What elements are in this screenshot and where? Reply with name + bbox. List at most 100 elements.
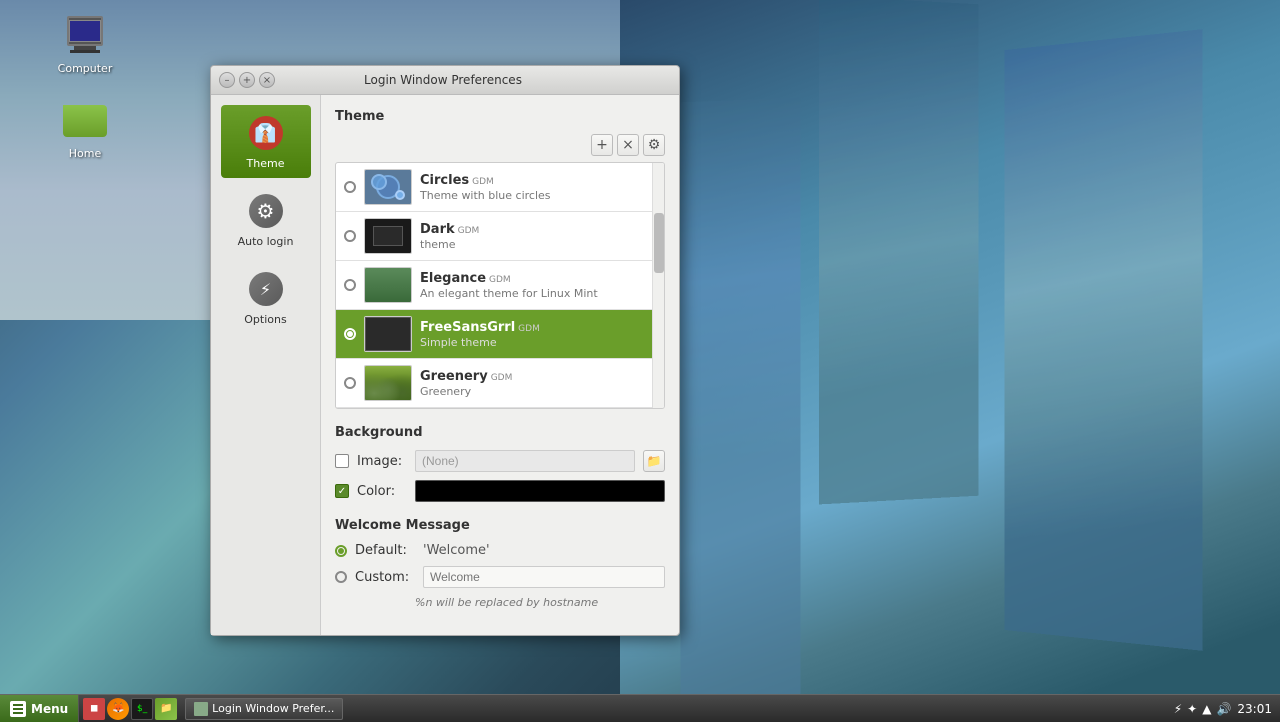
dark-thumb-img — [365, 219, 411, 253]
building-glass-3 — [681, 98, 801, 703]
welcome-default-radio[interactable] — [335, 545, 347, 557]
taskbar-terminal[interactable]: $_ — [131, 698, 153, 720]
bg-color-row: ✓ Color: — [335, 480, 665, 502]
welcome-hint: %n will be replaced by hostname — [415, 596, 665, 609]
computer-label: Computer — [58, 62, 113, 75]
theme-item-circles[interactable]: Circles GDM Theme with blue circles — [336, 163, 664, 212]
taskbar-window-item[interactable]: Login Window Prefer... — [185, 698, 343, 720]
desktop-building — [620, 0, 1280, 722]
login-window-preferences-dialog: – + × Login Window Preferences 👔 Theme ⚙ — [210, 65, 680, 636]
bg-image-input[interactable] — [415, 450, 635, 472]
menu-label: Menu — [31, 702, 68, 716]
desktop-icons: Computer Home — [45, 10, 125, 160]
building-glass-1 — [1004, 29, 1202, 651]
theme-settings-button[interactable]: ⚙ — [643, 134, 665, 156]
theme-thumb-freesans — [364, 316, 412, 352]
theme-scrollbar[interactable] — [652, 163, 664, 408]
dialog-sidebar: 👔 Theme ⚙ Auto login ⚡ Options — [211, 95, 321, 635]
theme-info-freesansgrrl: FreeSansGrrl GDM Simple theme — [420, 320, 656, 349]
theme-name-dark: Dark — [420, 222, 455, 237]
computer-icon — [61, 10, 109, 58]
options-icon-inner: ⚡ — [249, 272, 283, 306]
taskbar-firefox[interactable]: 🦊 — [107, 698, 129, 720]
taskbar-window-icon — [194, 702, 208, 716]
theme-list: Circles GDM Theme with blue circles — [335, 162, 665, 409]
minimize-button[interactable]: – — [219, 72, 235, 88]
bg-image-browse-button[interactable]: 📁 — [643, 450, 665, 472]
theme-name-row-circles: Circles GDM — [420, 173, 656, 188]
theme-desc-circles: Theme with blue circles — [420, 189, 656, 202]
theme-item-elegance[interactable]: Elegance GDM An elegant theme for Linux … — [336, 261, 664, 310]
sidebar-item-autologin[interactable]: ⚙ Auto login — [221, 183, 311, 256]
theme-item-freesansgrrl[interactable]: FreeSansGrrl GDM Simple theme — [336, 310, 664, 359]
theme-desc-elegance: An elegant theme for Linux Mint — [420, 287, 656, 300]
taskbar-app-1[interactable]: ◼ — [83, 698, 105, 720]
scrollbar-thumb[interactable] — [654, 213, 664, 273]
color-swatch[interactable] — [415, 480, 665, 502]
theme-radio-freesansgrrl[interactable] — [344, 328, 356, 340]
gdm-badge-elegance: GDM — [489, 275, 511, 285]
welcome-section-title: Welcome Message — [335, 518, 665, 533]
desktop-icon-home[interactable]: Home — [45, 95, 125, 160]
theme-name-row-dark: Dark GDM — [420, 222, 656, 237]
add-theme-button[interactable]: + — [591, 134, 613, 156]
theme-info-elegance: Elegance GDM An elegant theme for Linux … — [420, 271, 656, 300]
welcome-default-row: Default: 'Welcome' — [335, 543, 665, 558]
volume-icon: 🔊 — [1216, 702, 1231, 716]
greenery-thumb-img — [365, 366, 411, 400]
theme-info-dark: Dark GDM theme — [420, 222, 656, 251]
theme-item-greenery[interactable]: Greenery GDM Greenery — [336, 359, 664, 408]
theme-radio-greenery[interactable] — [344, 377, 356, 389]
theme-icon: 👔 — [246, 113, 286, 153]
gdm-badge-freesansgrrl: GDM — [518, 324, 540, 334]
dialog-titlebar[interactable]: – + × Login Window Preferences — [211, 66, 679, 95]
clock: 23:01 — [1237, 702, 1272, 716]
bg-image-checkbox[interactable] — [335, 454, 349, 468]
welcome-custom-radio[interactable] — [335, 571, 347, 583]
welcome-default-label: Default: — [355, 543, 415, 558]
welcome-default-value: 'Welcome' — [423, 543, 490, 558]
title-buttons: – + × — [219, 72, 275, 88]
taskbar-files[interactable]: 📁 — [155, 698, 177, 720]
theme-radio-circles[interactable] — [344, 181, 356, 193]
welcome-custom-row: Custom: — [335, 566, 665, 588]
welcome-custom-label: Custom: — [355, 570, 415, 585]
autologin-icon: ⚙ — [246, 191, 286, 231]
welcome-message-section: Welcome Message Default: 'Welcome' Custo… — [335, 518, 665, 609]
theme-thumb-greenery — [364, 365, 412, 401]
greenery-crowd — [365, 366, 411, 400]
theme-desc-greenery: Greenery — [420, 385, 656, 398]
remove-theme-button[interactable]: × — [617, 134, 639, 156]
theme-name-row-elegance: Elegance GDM — [420, 271, 656, 286]
theme-thumb-dark — [364, 218, 412, 254]
options-icon: ⚡ — [246, 269, 286, 309]
theme-info-greenery: Greenery GDM Greenery — [420, 369, 656, 398]
home-label: Home — [69, 147, 101, 160]
menu-icon-line3 — [13, 712, 23, 714]
theme-name-greenery: Greenery — [420, 369, 488, 384]
bg-image-label: Image: — [357, 454, 407, 469]
maximize-button[interactable]: + — [239, 72, 255, 88]
theme-icon-inner: 👔 — [249, 116, 283, 150]
theme-name-elegance: Elegance — [420, 271, 486, 286]
home-icon — [61, 95, 109, 143]
theme-name-circles: Circles — [420, 173, 469, 188]
desktop-icon-computer[interactable]: Computer — [45, 10, 125, 75]
sidebar-item-options[interactable]: ⚡ Options — [221, 261, 311, 334]
theme-name-row-greenery: Greenery GDM — [420, 369, 656, 384]
theme-name-freesansgrrl: FreeSansGrrl — [420, 320, 515, 335]
elegance-thumb-img — [365, 268, 411, 302]
menu-button[interactable]: Menu — [0, 695, 79, 722]
theme-name-row-freesansgrrl: FreeSansGrrl GDM — [420, 320, 656, 335]
bg-color-checkbox[interactable]: ✓ — [335, 484, 349, 498]
background-section: Background Image: 📁 ✓ Color: — [335, 425, 665, 502]
theme-radio-elegance[interactable] — [344, 279, 356, 291]
close-button[interactable]: × — [259, 72, 275, 88]
desktop: Computer Home – + × Login Window Prefere… — [0, 0, 1280, 722]
theme-item-dark[interactable]: Dark GDM theme — [336, 212, 664, 261]
theme-radio-dark[interactable] — [344, 230, 356, 242]
dialog-title: Login Window Preferences — [275, 73, 611, 87]
sidebar-item-theme[interactable]: 👔 Theme — [221, 105, 311, 178]
welcome-custom-input[interactable] — [423, 566, 665, 588]
gdm-badge-dark: GDM — [458, 226, 480, 236]
